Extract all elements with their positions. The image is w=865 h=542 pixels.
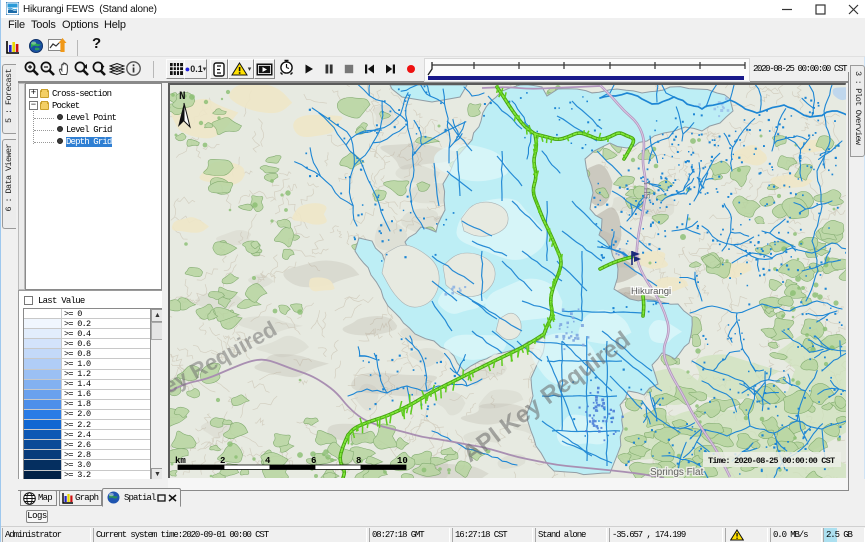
svg-text:8: 8 bbox=[356, 456, 361, 466]
svg-text:6: 6 bbox=[311, 456, 316, 466]
svg-text:km: km bbox=[175, 456, 186, 466]
svg-text:4: 4 bbox=[265, 456, 271, 466]
svg-text:Time: 2020-08-25 00:00:00 CST: Time: 2020-08-25 00:00:00 CST bbox=[708, 456, 835, 466]
svg-text:Springs Flat: Springs Flat bbox=[650, 467, 704, 478]
svg-text:N: N bbox=[179, 91, 186, 103]
svg-text:SH 1: SH 1 bbox=[643, 181, 652, 199]
svg-text:2: 2 bbox=[220, 456, 225, 466]
svg-text:Hikurangi: Hikurangi bbox=[631, 286, 671, 297]
svg-text:10: 10 bbox=[397, 456, 408, 466]
